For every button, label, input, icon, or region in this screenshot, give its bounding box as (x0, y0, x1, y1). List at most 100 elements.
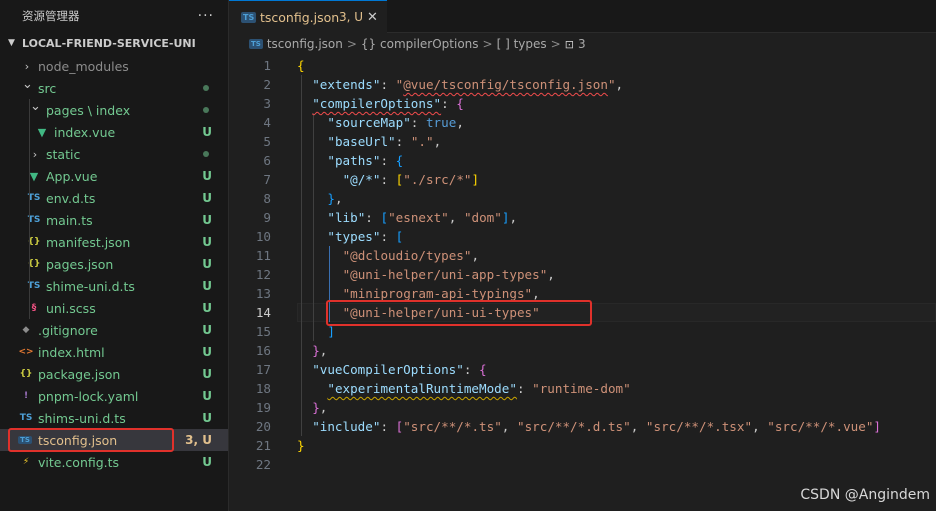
line-number: 12 (255, 267, 271, 282)
line-number: 10 (255, 229, 271, 244)
tree-item-label: package.json (38, 366, 121, 382)
tree-folder[interactable]: › node_modules (0, 55, 228, 77)
tree-file[interactable]: ⚡ vite.config.ts U (0, 451, 228, 473)
git-status-badge: U (202, 411, 212, 425)
git-status-badge: 3, U (185, 433, 212, 447)
code-line: "compilerOptions": { (312, 96, 464, 111)
chevron-down-icon: ⌄ (22, 77, 33, 92)
breadcrumb: TS tsconfig.json > {} compilerOptions > … (229, 33, 936, 55)
code-line: "paths": { (327, 153, 404, 168)
tree-file[interactable]: <> index.html U (0, 341, 228, 363)
json-icon: {} (19, 369, 33, 379)
project-folder-header[interactable]: ▼ LOCAL-FRIEND-SERVICE-UNI (0, 32, 228, 54)
tree-item-label: env.d.ts (46, 190, 96, 206)
editor-tab-bar: TS tsconfig.json 3, U ✕ (229, 0, 936, 33)
vue-icon: ▼ (37, 125, 47, 139)
close-icon[interactable]: ✕ (367, 10, 378, 25)
tree-file[interactable]: § uni.scss U (0, 297, 228, 319)
watermark: CSDN @Angindem (800, 487, 930, 503)
tree-item-label: manifest.json (46, 234, 131, 250)
tree-item-label: pages \ index (46, 102, 131, 118)
tree-item-label: index.vue (54, 124, 116, 140)
tree-file[interactable]: TS env.d.ts U (0, 187, 228, 209)
html-icon: <> (18, 347, 34, 357)
code-line: "include": ["src/**/*.ts", "src/**/*.d.t… (312, 419, 881, 434)
chevron-down-icon: ▼ (8, 38, 15, 48)
line-number: 19 (255, 400, 271, 415)
line-number: 18 (255, 381, 271, 396)
tree-item-label: vite.config.ts (38, 454, 120, 470)
git-status-badge: U (202, 323, 212, 337)
breadcrumb-compiler-options[interactable]: {} compilerOptions (361, 37, 479, 51)
breadcrumb-element[interactable]: ⊡ 3 (565, 37, 586, 51)
code-line: { (297, 58, 305, 73)
typescript-config-icon: TS (241, 11, 257, 23)
line-number: 17 (255, 362, 271, 377)
tree-folder[interactable]: › static (0, 143, 228, 165)
git-status-badge: U (202, 125, 212, 139)
typescript-icon: TS (19, 413, 33, 423)
line-number: 7 (263, 172, 271, 187)
tree-item-label: src (38, 80, 57, 96)
git-status-badge: U (202, 279, 212, 293)
typescript-config-icon: TS (249, 39, 263, 49)
breadcrumb-file[interactable]: TS tsconfig.json (249, 37, 343, 51)
code-line: "extends": "@vue/tsconfig/tsconfig.json"… (312, 77, 624, 92)
tree-file[interactable]: ▼ index.vue U (0, 121, 228, 143)
code-editor[interactable]: 1 {2 "extends": "@vue/tsconfig/tsconfig.j… (229, 55, 936, 511)
explorer-title: 资源管理器 (22, 9, 80, 23)
line-number: 20 (255, 419, 271, 434)
tree-file[interactable]: {} pages.json U (0, 253, 228, 275)
tree-item-label: pnpm-lock.yaml (38, 388, 139, 404)
tree-file[interactable]: TS main.ts U (0, 209, 228, 231)
tree-file[interactable]: TS shime-uni.d.ts U (0, 275, 228, 297)
code-line: "types": [ (327, 229, 404, 244)
explorer-sidebar: 资源管理器 ··· ▼ LOCAL-FRIEND-SERVICE-UNI › no… (0, 0, 229, 511)
tree-file[interactable]: {} manifest.json U (0, 231, 228, 253)
git-status-badge: U (202, 235, 212, 249)
code-line: "@dcloudio/types", (342, 248, 480, 263)
breadcrumb-types[interactable]: [ ] types (497, 37, 547, 51)
breadcrumb-separator: > (346, 37, 357, 51)
git-status-badge: U (202, 345, 212, 359)
breadcrumb-separator: > (550, 37, 561, 51)
line-number: 9 (263, 210, 271, 225)
vite-icon: ⚡ (22, 457, 30, 467)
git-status-badge: U (202, 257, 212, 271)
git-status-badge: U (202, 213, 212, 227)
line-number: 15 (255, 324, 271, 339)
line-number: 11 (255, 248, 271, 263)
breadcrumb-separator: > (482, 37, 493, 51)
explorer-header: 资源管理器 ··· (0, 0, 228, 32)
annotation-highlight-box (8, 428, 174, 452)
tree-file[interactable]: ! pnpm-lock.yaml U (0, 385, 228, 407)
code-line: }, (312, 343, 328, 358)
tree-item-label: index.html (38, 344, 105, 360)
chevron-right-icon: › (32, 147, 38, 161)
modified-dot (203, 151, 209, 157)
tree-item-label: uni.scss (46, 300, 96, 316)
tree-file[interactable]: ▼ App.vue U (0, 165, 228, 187)
yaml-icon: ! (23, 391, 29, 401)
tree-item-label: node_modules (38, 58, 129, 74)
line-number: 14 (255, 305, 271, 320)
breadcrumb-file-label: tsconfig.json (266, 37, 343, 51)
code-line: "experimentalRuntimeMode": "runtime-dom" (327, 381, 631, 396)
tree-folder[interactable]: ⌄ pages \ index (0, 99, 228, 121)
git-status-badge: U (202, 191, 212, 205)
tab-status-badge: 3, U (339, 10, 364, 24)
tree-file[interactable]: {} package.json U (0, 363, 228, 385)
line-number: 1 (263, 58, 271, 73)
modified-dot (203, 107, 209, 113)
line-number: 4 (263, 115, 271, 130)
line-number: 21 (255, 438, 271, 453)
tree-file[interactable]: TS shims-uni.d.ts U (0, 407, 228, 429)
tab-tsconfig[interactable]: TS tsconfig.json 3, U ✕ (229, 0, 387, 33)
git-status-badge: U (202, 301, 212, 315)
tree-file[interactable]: ◆ .gitignore U (0, 319, 228, 341)
annotation-highlight-box (326, 300, 592, 326)
tree-item-label: shime-uni.d.ts (46, 278, 135, 294)
more-actions-icon[interactable]: ··· (198, 8, 214, 24)
tree-folder[interactable]: ⌄ src (0, 77, 228, 99)
line-number: 8 (263, 191, 271, 206)
